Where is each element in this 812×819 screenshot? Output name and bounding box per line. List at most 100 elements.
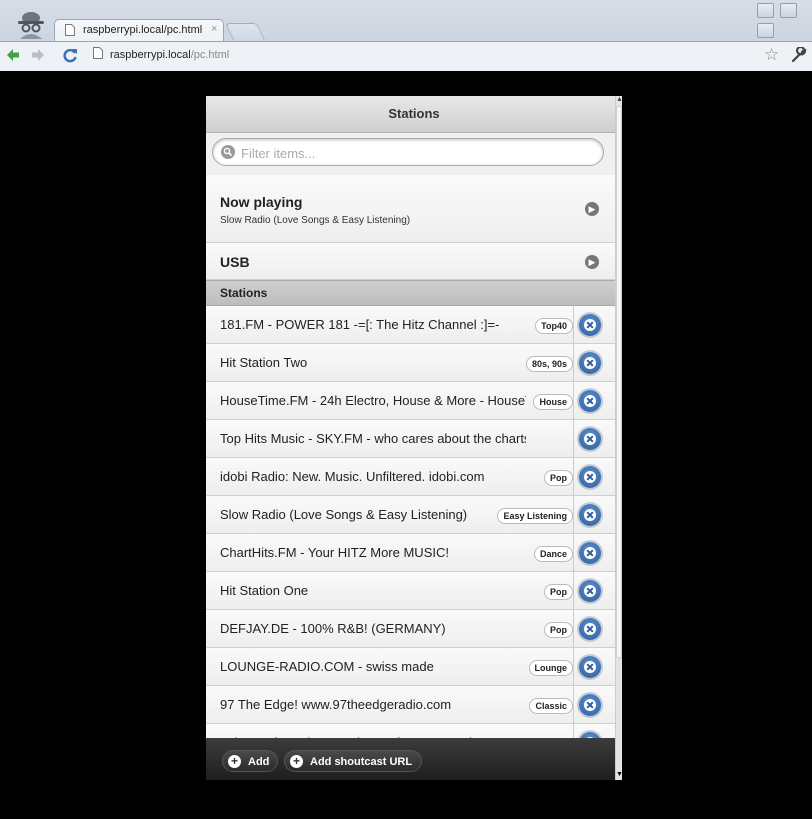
scroll-down-icon[interactable]: ▼ — [616, 770, 622, 780]
delete-station-button[interactable] — [579, 428, 601, 450]
url-host: raspberrypi.local — [110, 49, 191, 61]
page-icon — [93, 47, 103, 59]
station-name: Slow Radio (Love Songs & Easy Listening) — [220, 507, 468, 522]
close-window-button[interactable] — [757, 23, 774, 38]
add-shoutcast-url-button[interactable]: + Add shoutcast URL — [284, 750, 422, 772]
chevron-right-icon: ▶ — [585, 202, 599, 216]
delete-icon — [584, 661, 596, 673]
bookmark-star-icon[interactable]: ☆ — [764, 45, 779, 65]
station-name: ChartHits.FM - Your HITZ More MUSIC! — [220, 545, 449, 560]
station-name: 181.FM - POWER 181 -=[: The Hitz Channel… — [220, 317, 500, 332]
now-playing-title: Now playing — [220, 194, 303, 210]
window-controls — [757, 3, 812, 43]
search-icon — [221, 145, 235, 159]
delete-station-button[interactable] — [579, 542, 601, 564]
station-name: LOUNGE-RADIO.COM - swiss made — [220, 659, 434, 674]
genre-badge: Easy Listening — [497, 508, 573, 524]
chevron-right-icon: ▶ — [585, 255, 599, 269]
close-icon[interactable]: × — [211, 23, 217, 35]
station-name: Top Hits Music - SKY.FM - who cares abou… — [220, 431, 526, 446]
new-tab-button[interactable] — [225, 23, 265, 40]
browser-toolbar: raspberrypi.local/pc.html ☆ — [0, 41, 812, 71]
delete-icon — [584, 395, 596, 407]
delete-station-button[interactable] — [579, 656, 601, 678]
filter-bar — [206, 133, 622, 173]
genre-badge: Pop — [544, 584, 573, 600]
genre-badge: House — [533, 394, 573, 410]
incognito-icon — [18, 12, 44, 39]
delete-icon — [584, 357, 596, 369]
usb-row[interactable]: USB ▶ — [206, 243, 615, 280]
url-path: /pc.html — [190, 49, 230, 61]
station-name: DEFJAY.DE - 100% R&B! (GERMANY) — [220, 621, 446, 636]
delete-icon — [584, 585, 596, 597]
delete-icon — [584, 319, 596, 331]
minimize-button[interactable] — [757, 3, 774, 18]
row-divider — [573, 420, 574, 457]
usb-title: USB — [220, 254, 250, 270]
row-divider — [573, 534, 574, 571]
wrench-icon[interactable] — [791, 47, 807, 63]
row-divider — [573, 458, 574, 495]
delete-icon — [584, 509, 596, 521]
row-divider — [573, 648, 574, 685]
scrollbar[interactable]: ▲ ▼ — [615, 96, 622, 780]
address-bar[interactable]: raspberrypi.local/pc.html — [90, 47, 750, 65]
delete-icon — [584, 471, 596, 483]
footer-toolbar: + Add + Add shoutcast URL — [206, 738, 615, 780]
station-row[interactable]: Hit Station Two 80s, 90s — [206, 344, 615, 382]
delete-station-button[interactable] — [579, 504, 601, 526]
station-name: idobi Radio: New. Music. Unfiltered. ido… — [220, 469, 485, 484]
filter-input[interactable] — [239, 142, 598, 164]
genre-badge: Classic — [529, 698, 573, 714]
stations-section-header: Stations — [206, 280, 615, 306]
station-row[interactable]: idobi Radio: New. Music. Unfiltered. ido… — [206, 458, 615, 496]
scroll-up-icon[interactable]: ▲ — [616, 96, 622, 104]
maximize-button[interactable] — [780, 3, 798, 18]
reload-icon[interactable] — [63, 48, 78, 63]
station-row[interactable]: LOUNGE-RADIO.COM - swiss made Lounge — [206, 648, 615, 686]
url-text: raspberrypi.local/pc.html — [110, 49, 229, 61]
delete-icon — [584, 699, 596, 711]
genre-badge: Pop — [544, 470, 573, 486]
delete-station-button[interactable] — [579, 466, 601, 488]
station-row[interactable]: Top Hits Music - SKY.FM - who cares abou… — [206, 420, 615, 458]
station-name: Hit Station One — [220, 583, 309, 598]
station-row[interactable]: HouseTime.FM - 24h Electro, House & More… — [206, 382, 615, 420]
genre-badge: Pop — [544, 622, 573, 638]
add-shoutcast-label: Add shoutcast URL — [310, 756, 413, 768]
station-row[interactable]: ChartHits.FM - Your HITZ More MUSIC! Danc… — [206, 534, 615, 572]
row-divider — [573, 610, 574, 647]
delete-station-button[interactable] — [579, 618, 601, 640]
station-name: HouseTime.FM - 24h Electro, House & More… — [220, 393, 526, 408]
station-row[interactable]: Hit Station One Pop — [206, 572, 615, 610]
station-row[interactable]: Slow Radio (Love Songs & Easy Listening)… — [206, 496, 615, 534]
delete-icon — [584, 623, 596, 635]
add-button[interactable]: + Add — [222, 750, 278, 772]
back-arrow-icon[interactable] — [6, 48, 20, 62]
delete-station-button[interactable] — [579, 314, 601, 336]
forward-arrow-icon[interactable] — [31, 48, 45, 62]
delete-station-button[interactable] — [579, 694, 601, 716]
page-icon — [65, 24, 75, 36]
tab-pc-html[interactable]: raspberrypi.local/pc.html × — [54, 19, 224, 41]
scrollbar-thumb[interactable] — [616, 106, 622, 658]
row-divider — [573, 496, 574, 533]
plus-icon: + — [228, 755, 241, 768]
station-row[interactable]: 97 The Edge! www.97theedgeradio.com Class… — [206, 686, 615, 724]
delete-station-button[interactable] — [579, 390, 601, 412]
station-name: Hit Station Two — [220, 355, 308, 370]
now-playing-row[interactable]: Now playing Slow Radio (Love Songs & Eas… — [206, 175, 615, 243]
row-divider — [573, 344, 574, 381]
station-row[interactable]: DEFJAY.DE - 100% R&B! (GERMANY) Pop — [206, 610, 615, 648]
delete-station-button[interactable] — [579, 352, 601, 374]
tab-title: raspberrypi.local/pc.html — [83, 24, 203, 36]
delete-icon — [584, 547, 596, 559]
genre-badge: Lounge — [528, 660, 573, 676]
row-divider — [573, 686, 574, 723]
tab-strip: raspberrypi.local/pc.html × — [0, 0, 812, 41]
filter-field — [212, 138, 604, 166]
delete-station-button[interactable] — [579, 580, 601, 602]
station-row[interactable]: 181.FM - POWER 181 -=[: The Hitz Channel… — [206, 306, 615, 344]
stations-app: Stations Now playing Slow Radio (Love So… — [206, 96, 622, 780]
